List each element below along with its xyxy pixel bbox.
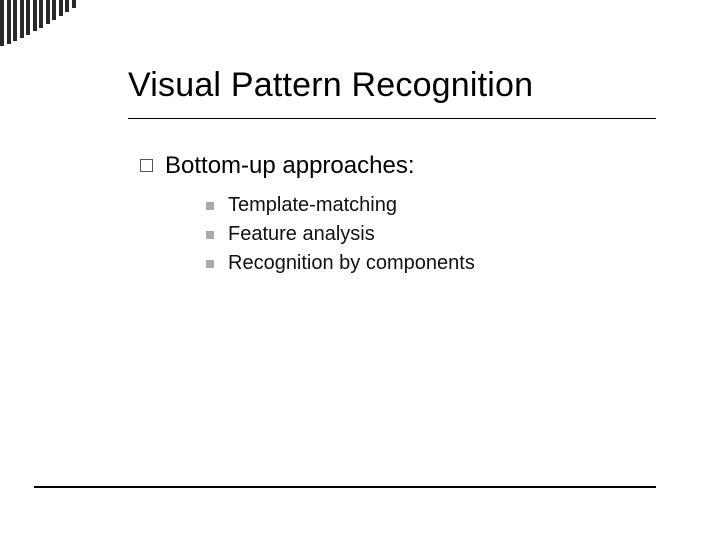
bullet-level2-text: Feature analysis	[228, 223, 375, 246]
slide-title: Visual Pattern Recognition	[128, 66, 533, 105]
decor-bar	[72, 0, 76, 8]
bullet-level2-text: Template-matching	[228, 194, 397, 217]
decor-bar	[13, 0, 17, 41]
decor-bar	[52, 0, 56, 20]
decor-bar	[0, 0, 4, 46]
decor-bar	[39, 0, 43, 28]
bullet-level2-list: Template-matching Feature analysis Recog…	[206, 194, 650, 275]
square-bullet-icon	[206, 202, 214, 210]
corner-decor-bars	[0, 0, 76, 46]
footer-rule	[34, 486, 656, 488]
bullet-level2: Template-matching	[206, 194, 650, 217]
bullet-level2: Recognition by components	[206, 252, 650, 275]
decor-bar	[59, 0, 63, 16]
decor-bar	[65, 0, 69, 12]
bullet-level1-text: Bottom-up approaches:	[165, 152, 414, 180]
decor-bar	[7, 0, 11, 44]
slide: Visual Pattern Recognition Bottom-up app…	[0, 0, 720, 540]
slide-body: Bottom-up approaches: Template-matching …	[140, 152, 650, 281]
square-bullet-icon	[206, 231, 214, 239]
bullet-level1: Bottom-up approaches:	[140, 152, 650, 180]
decor-bar	[26, 0, 30, 35]
decor-bar	[46, 0, 50, 24]
bullet-level2: Feature analysis	[206, 223, 650, 246]
decor-bar	[20, 0, 24, 38]
hollow-square-bullet-icon	[140, 159, 153, 172]
bullet-level2-text: Recognition by components	[228, 252, 475, 275]
decor-bar	[33, 0, 37, 31]
title-underline	[128, 118, 656, 119]
square-bullet-icon	[206, 260, 214, 268]
